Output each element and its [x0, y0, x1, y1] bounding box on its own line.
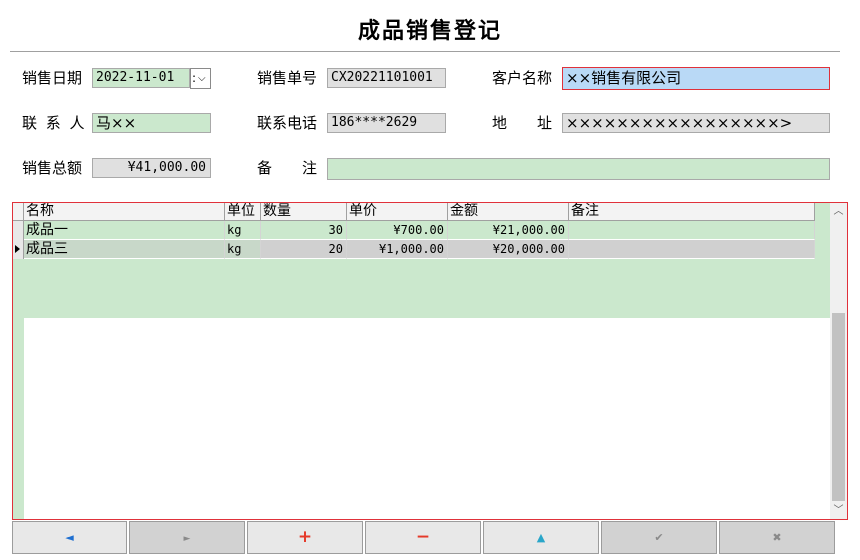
cell-qty[interactable]: 30 [261, 221, 347, 240]
sale-date-label: 销售日期 [22, 69, 83, 87]
grid-header-price[interactable]: 单价 [347, 203, 448, 221]
scrollbar-thumb[interactable] [832, 313, 845, 501]
cell-qty[interactable]: 20 [261, 240, 347, 259]
scroll-down-icon[interactable]: ﹀ [830, 502, 847, 519]
phone-field[interactable]: 186****2629 [327, 113, 446, 133]
cell-price[interactable]: ¥700.00 [347, 221, 448, 240]
phone-label: 联系电话 [257, 114, 318, 132]
date-dropdown-button[interactable]: : ⌵ [190, 68, 211, 89]
cell-name[interactable]: 成品三 [24, 240, 225, 259]
row-indicator[interactable] [13, 240, 24, 259]
table-row[interactable]: 成品一 kg 30 ¥700.00 ¥21,000.00 [13, 221, 815, 240]
remark-label: 备 注 [257, 159, 318, 177]
grid-header-qty[interactable]: 数量 [261, 203, 347, 221]
cell-unit[interactable]: kg [225, 240, 261, 259]
sales-items-grid[interactable]: 名称 单位 数量 单价 金额 备注 成品一 kg 30 ¥700.00 ¥21,… [12, 202, 848, 520]
sale-no-field[interactable]: CX20221101001 [327, 68, 446, 88]
page-title: 成品销售登记 [357, 18, 502, 44]
customer-field[interactable]: ××销售有限公司 [562, 67, 830, 90]
table-row[interactable]: 成品三 kg 20 ¥1,000.00 ¥20,000.00 [13, 240, 815, 259]
grid-header-unit[interactable]: 单位 [225, 203, 261, 221]
cancel-button[interactable]: ✖ [719, 521, 835, 554]
triangle-up-icon: ▲ [536, 531, 546, 544]
address-label: 地 址 [492, 114, 553, 132]
spinner-icon: : [192, 71, 197, 85]
confirm-button[interactable]: ✔ [601, 521, 717, 554]
cell-name[interactable]: 成品一 [24, 221, 225, 240]
address-field[interactable]: ×××××××××××××××××> [562, 113, 830, 133]
add-record-button[interactable]: + [247, 521, 363, 554]
grid-indicator-column [13, 318, 24, 519]
row-indicator[interactable] [13, 221, 24, 240]
contact-label: 联 系 人 [22, 114, 87, 132]
grid-header-remark[interactable]: 备注 [569, 203, 815, 221]
current-row-icon [15, 245, 20, 253]
title-divider [10, 51, 840, 53]
delete-record-button[interactable]: − [365, 521, 481, 554]
cell-unit[interactable]: kg [225, 221, 261, 240]
close-icon: ✖ [772, 531, 782, 544]
grid-header-corner [13, 203, 24, 221]
check-icon: ✔ [654, 531, 664, 544]
cell-amount[interactable]: ¥21,000.00 [448, 221, 569, 240]
cell-remark[interactable] [569, 221, 815, 240]
edit-record-button[interactable]: ▲ [483, 521, 599, 554]
grid-header-amount[interactable]: 金额 [448, 203, 569, 221]
scroll-up-icon[interactable]: ︿ [830, 203, 847, 220]
total-field[interactable]: ¥41,000.00 [92, 158, 211, 178]
total-label: 销售总额 [22, 159, 83, 177]
cell-remark[interactable] [569, 240, 815, 259]
next-record-button[interactable]: ► [129, 521, 245, 554]
contact-field[interactable]: 马×× [92, 113, 211, 133]
plus-icon: + [297, 527, 313, 547]
remark-field[interactable] [327, 158, 830, 180]
arrow-left-icon: ◄ [65, 531, 74, 544]
grid-vertical-scrollbar[interactable]: ︿ ﹀ [830, 203, 847, 519]
sale-no-label: 销售单号 [257, 69, 318, 87]
first-record-button[interactable]: ◄ [12, 521, 127, 554]
sale-date-field[interactable]: 2022-11-01 [92, 68, 190, 88]
arrow-right-icon: ► [183, 534, 191, 544]
customer-label: 客户名称 [492, 69, 553, 87]
chevron-down-icon: ⌵ [198, 73, 206, 84]
cell-amount[interactable]: ¥20,000.00 [448, 240, 569, 259]
minus-icon: − [415, 527, 431, 547]
grid-header-name[interactable]: 名称 [24, 203, 225, 221]
cell-price[interactable]: ¥1,000.00 [347, 240, 448, 259]
